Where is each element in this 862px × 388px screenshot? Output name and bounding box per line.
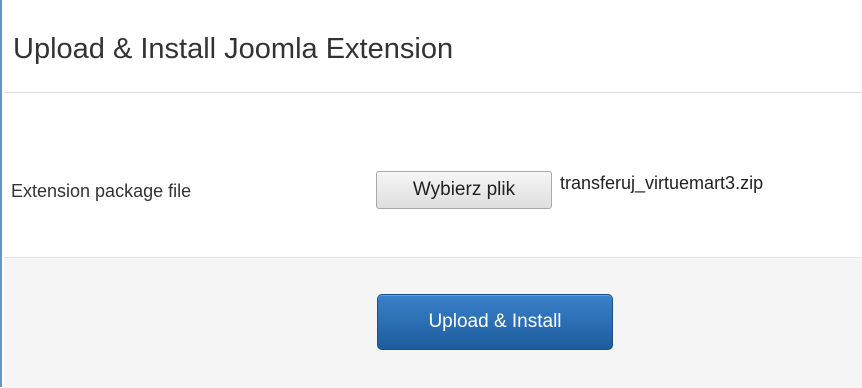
upload-panel: Upload & Install Joomla Extension Extens… bbox=[0, 0, 862, 388]
page-title: Upload & Install Joomla Extension bbox=[13, 33, 454, 65]
form-actions: Upload & Install bbox=[4, 257, 862, 388]
package-file-label: Extension package file bbox=[11, 181, 192, 201]
form-body: Extension package file Wybierz plik tran… bbox=[4, 93, 862, 257]
choose-file-button[interactable]: Wybierz plik bbox=[376, 171, 552, 209]
panel-header: Upload & Install Joomla Extension bbox=[4, 0, 862, 93]
selected-file-name: transferuj_virtuemart3.zip bbox=[560, 173, 764, 193]
upload-install-button[interactable]: Upload & Install bbox=[377, 294, 613, 350]
